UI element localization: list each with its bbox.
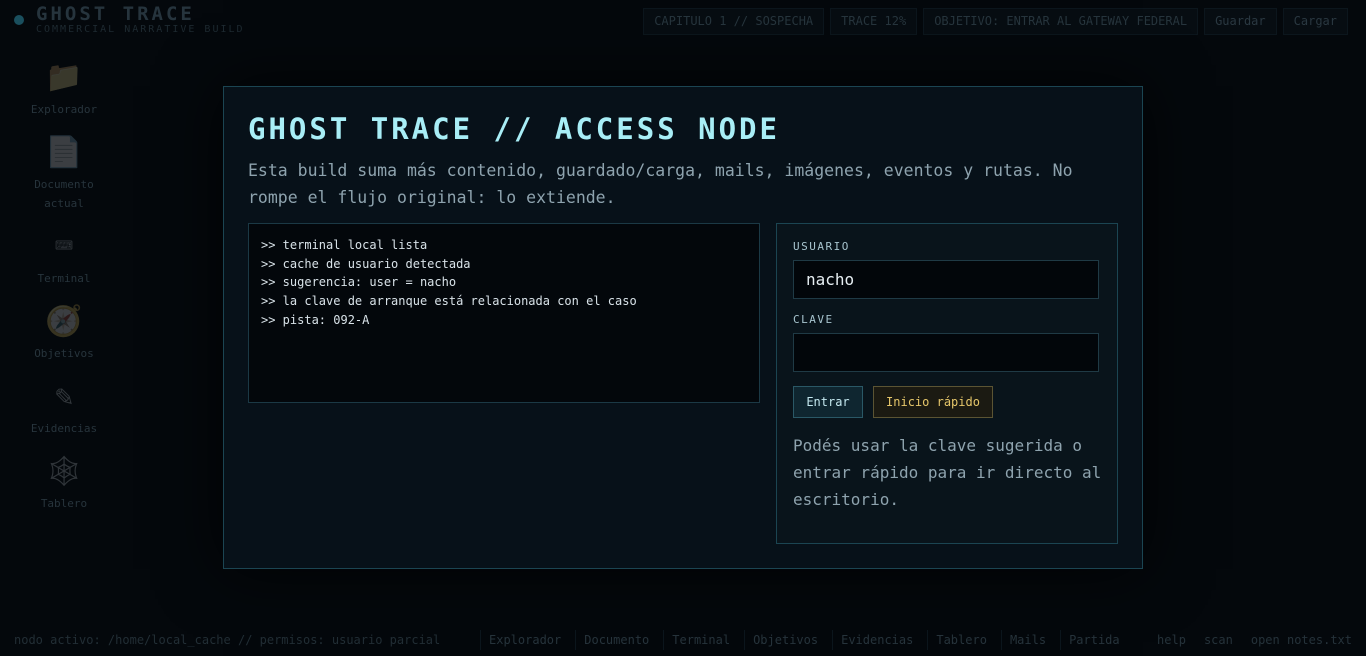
- help-command[interactable]: help: [1157, 633, 1186, 647]
- app-title: GHOST TRACE: [36, 3, 195, 25]
- document-icon: 📄: [45, 135, 83, 170]
- tab-partida[interactable]: Partida: [1060, 630, 1128, 650]
- access-node-modal: GHOST TRACE // ACCESS NODE Esta build su…: [223, 86, 1143, 569]
- sidebar: 📁 Explorador 📄 Documento actual ⌨ Termin…: [0, 58, 128, 527]
- scan-command[interactable]: scan: [1204, 633, 1233, 647]
- keyboard-icon: ⌨: [54, 229, 74, 264]
- terminal-line: >> terminal local lista: [261, 238, 428, 252]
- bottom-bar: nodo activo: /home/local_cache // permis…: [0, 628, 1366, 656]
- open-notes-command[interactable]: open notes.txt: [1251, 633, 1352, 647]
- login-hint: Podés usar la clave sugerida o entrar rá…: [793, 436, 1102, 509]
- active-node-path: nodo activo: /home/local_cache // permis…: [14, 633, 441, 647]
- load-button[interactable]: Cargar: [1282, 8, 1348, 35]
- sidebar-item-label: Terminal: [37, 272, 91, 285]
- modal-description: Esta build suma más contenido, guardado/…: [248, 161, 1073, 207]
- trace-chip: TRACE 12%: [830, 8, 918, 35]
- brand-status-dot: [14, 15, 24, 25]
- password-input[interactable]: [793, 333, 1099, 372]
- terminal-output: >> terminal local lista >> cache de usua…: [248, 223, 760, 403]
- enter-button[interactable]: Entrar: [793, 386, 863, 418]
- sidebar-item-documento[interactable]: 📄 Documento actual: [0, 133, 128, 213]
- quick-commands: help scan open notes.txt: [1157, 633, 1352, 647]
- tab-evidencias[interactable]: Evidencias: [832, 630, 921, 650]
- bottom-tabs: Explorador Documento Terminal Objetivos …: [480, 630, 1128, 650]
- sidebar-item-label: Documento actual: [34, 178, 94, 210]
- user-label: USUARIO: [793, 240, 850, 253]
- tab-explorador[interactable]: Explorador: [480, 630, 569, 650]
- compass-icon: 🧭: [45, 304, 83, 339]
- sidebar-item-label: Tablero: [40, 497, 88, 510]
- app-subtitle: COMMERCIAL NARRATIVE BUILD: [36, 24, 245, 35]
- tab-documento[interactable]: Documento: [575, 630, 657, 650]
- brand: GHOST TRACE COMMERCIAL NARRATIVE BUILD: [14, 4, 245, 36]
- quick-start-button[interactable]: Inicio rápido: [873, 386, 993, 418]
- objective-chip: OBJETIVO: ENTRAR AL GATEWAY FEDERAL: [923, 8, 1199, 35]
- password-label: CLAVE: [793, 313, 834, 326]
- login-panel: USUARIO CLAVE Entrar Inicio rápido Podés…: [776, 223, 1118, 544]
- sidebar-item-label: Explorador: [30, 103, 98, 116]
- web-icon: 🕸: [44, 454, 84, 489]
- sidebar-item-evidencias[interactable]: ✎ Evidencias: [0, 377, 128, 438]
- top-bar: GHOST TRACE COMMERCIAL NARRATIVE BUILD C…: [0, 0, 1366, 42]
- tab-terminal[interactable]: Terminal: [663, 630, 738, 650]
- sidebar-item-terminal[interactable]: ⌨ Terminal: [0, 227, 128, 288]
- user-input[interactable]: [793, 260, 1099, 299]
- terminal-line: >> cache de usuario detectada: [261, 256, 471, 271]
- tab-tablero[interactable]: Tablero: [927, 630, 995, 650]
- sidebar-item-tablero[interactable]: 🕸 Tablero: [0, 452, 128, 513]
- sidebar-item-explorador[interactable]: 📁 Explorador: [0, 58, 128, 119]
- modal-title: GHOST TRACE // ACCESS NODE: [248, 112, 780, 146]
- pen-icon: ✎: [54, 379, 74, 414]
- sidebar-item-objetivos[interactable]: 🧭 Objetivos: [0, 302, 128, 363]
- save-button[interactable]: Guardar: [1204, 8, 1277, 35]
- chapter-chip: CAPITULO 1 // SOSPECHA: [643, 8, 825, 35]
- sidebar-item-label: Objetivos: [34, 347, 94, 360]
- terminal-line: >> pista: 092-A: [261, 312, 370, 327]
- terminal-line: >> la clave de arranque está relacionada…: [261, 294, 637, 309]
- folder-icon: 📁: [45, 60, 83, 95]
- tab-objetivos[interactable]: Objetivos: [744, 630, 826, 650]
- terminal-line: >> sugerencia: user = nacho: [261, 275, 457, 290]
- tab-mails[interactable]: Mails: [1000, 630, 1054, 650]
- sidebar-item-label: Evidencias: [30, 422, 98, 435]
- status-bar: CAPITULO 1 // SOSPECHA TRACE 12% OBJETIV…: [643, 8, 1348, 35]
